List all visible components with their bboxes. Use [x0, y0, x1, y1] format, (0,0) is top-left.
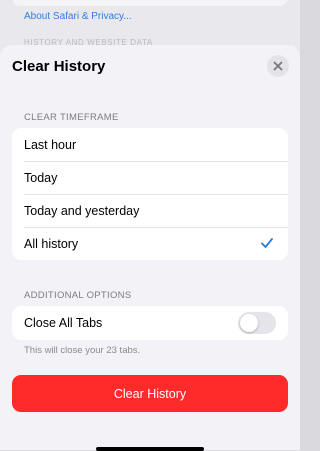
clear-history-button[interactable]: Clear History	[12, 375, 288, 412]
background-card	[12, 0, 288, 6]
close-all-tabs-toggle[interactable]	[238, 312, 276, 334]
checkmark-icon	[261, 238, 273, 248]
additional-options-group: Close All Tabs	[12, 306, 288, 340]
close-button[interactable]	[267, 55, 289, 77]
option-label: All history	[24, 236, 79, 251]
timeframe-option-all-history[interactable]: All history	[12, 227, 288, 260]
timeframe-option-today-and-yesterday[interactable]: Today and yesterday	[12, 194, 288, 227]
timeframe-option-last-hour[interactable]: Last hour	[12, 128, 288, 161]
sheet-title: Clear History	[12, 58, 106, 75]
toggle-knob	[240, 314, 258, 332]
close-tabs-footnote: This will close your 23 tabs.	[24, 345, 141, 356]
additional-section-label: ADDITIONAL OPTIONS	[24, 290, 132, 301]
timeframe-section-label: CLEAR TIMEFRAME	[24, 112, 119, 123]
close-all-tabs-label: Close All Tabs	[24, 316, 103, 330]
option-label: Last hour	[24, 137, 77, 152]
home-indicator	[96, 447, 204, 451]
timeframe-group: Last hour Today Today and yesterday All …	[12, 128, 288, 260]
timeframe-option-today[interactable]: Today	[12, 161, 288, 194]
option-label: Today	[24, 170, 58, 185]
option-label: Today and yesterday	[24, 203, 140, 218]
close-icon	[273, 61, 283, 71]
close-all-tabs-row: Close All Tabs	[12, 306, 288, 340]
clear-history-sheet: Clear History CLEAR TIMEFRAME Last hour …	[0, 45, 300, 451]
about-safari-privacy-link[interactable]: About Safari & Privacy...	[24, 11, 132, 22]
